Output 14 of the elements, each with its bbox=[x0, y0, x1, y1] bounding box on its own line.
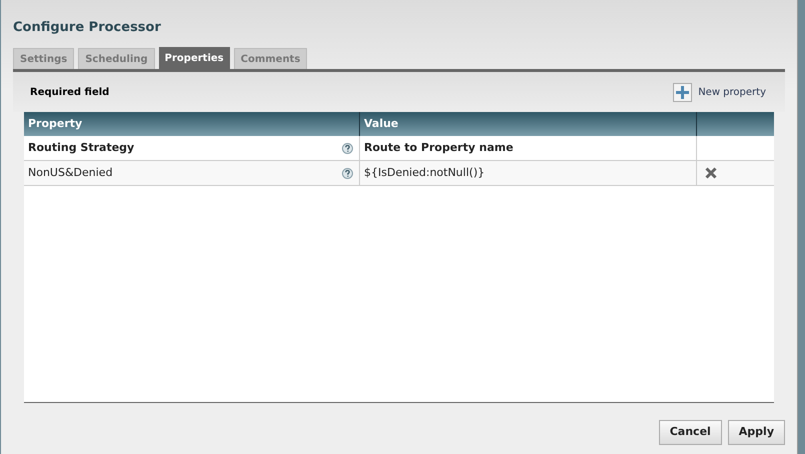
plus-icon bbox=[673, 82, 692, 102]
table-cell-text: NonUS&Denied bbox=[28, 164, 113, 181]
table-cell-text: Routing Strategy bbox=[28, 140, 134, 156]
dialog-button[interactable]: Apply bbox=[728, 420, 785, 445]
help-icon[interactable] bbox=[342, 168, 353, 178]
delete-icon[interactable] bbox=[705, 167, 717, 179]
dialog-button[interactable]: Cancel bbox=[658, 420, 722, 445]
table-cell-text: ${IsDenied:notNull()} bbox=[364, 164, 485, 181]
tab[interactable]: Properties bbox=[158, 47, 230, 69]
table-cell-text: Route to Property name bbox=[364, 140, 514, 156]
required-field-note: Required field bbox=[30, 86, 110, 100]
dialog-title: Configure Processor bbox=[13, 19, 162, 37]
help-icon[interactable] bbox=[342, 142, 353, 154]
new-property-button[interactable]: New property bbox=[673, 82, 766, 102]
